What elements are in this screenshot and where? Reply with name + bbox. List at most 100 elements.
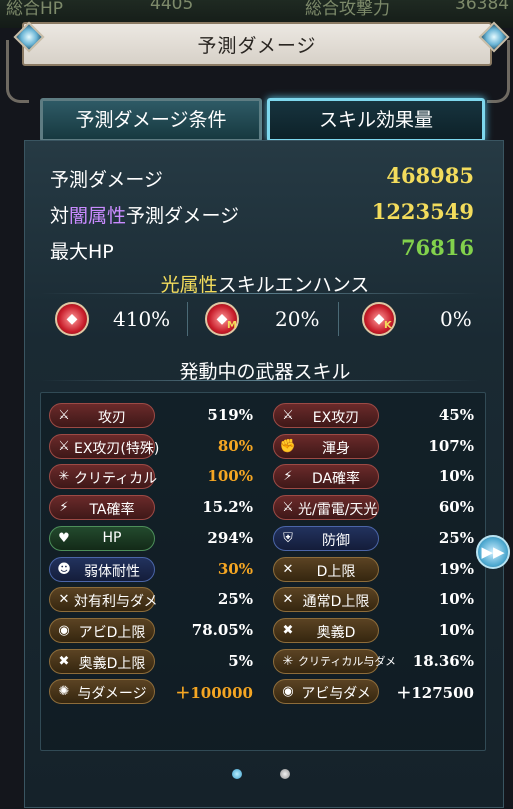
vs-element-damage-row: 対闇属性予測ダメージ 1223549 bbox=[50, 199, 480, 229]
swords-icon: ✕ bbox=[282, 562, 294, 577]
ab-icon: ◉ bbox=[282, 684, 294, 699]
skill-label: TA確率 bbox=[89, 502, 135, 518]
ab-icon: ◉ bbox=[58, 623, 70, 638]
skill-pill: ✕ 通常D上限 bbox=[273, 587, 379, 612]
cross-icon: ✖ bbox=[282, 623, 294, 638]
predicted-damage-value: 468985 bbox=[386, 163, 474, 188]
skill-label: 光/雷電/天光 bbox=[298, 502, 378, 518]
skill-value: 25% bbox=[217, 590, 253, 608]
slash-icon: ⚡ bbox=[59, 500, 69, 515]
skill-pill: ✊ 渾身 bbox=[273, 434, 379, 459]
vs-suffix: 予測ダメージ bbox=[126, 205, 240, 227]
divider bbox=[338, 302, 339, 336]
skill-pill: ◉ アビ与ダメ bbox=[273, 679, 379, 704]
skill-label: 対有利与ダメ bbox=[74, 594, 158, 610]
skill-label: クリティカル bbox=[74, 471, 158, 487]
light-skill-icon: ◆ bbox=[55, 302, 89, 336]
skill-value: 78.05% bbox=[191, 621, 253, 639]
sword-icon: ⚔ bbox=[282, 408, 294, 423]
skill-pill: ✺ 与ダメージ bbox=[49, 679, 155, 704]
bg-total-hp-label: 総合HP bbox=[6, 0, 64, 19]
skill-label: DA確率 bbox=[311, 471, 361, 487]
predicted-damage-row: 予測ダメージ 468985 bbox=[50, 163, 480, 193]
sword-icon: ⚔ bbox=[58, 439, 70, 454]
pager-dot-active[interactable] bbox=[232, 769, 242, 779]
gear-icon: ✺ bbox=[58, 684, 70, 699]
pager-dot[interactable] bbox=[280, 769, 290, 779]
skill-pill: ✖ 奥義D上限 bbox=[49, 649, 155, 674]
vs-element-damage-value: 1223549 bbox=[371, 199, 474, 224]
skill-value: 80% bbox=[217, 437, 253, 455]
skill-pill: ⚔ 攻刃 bbox=[49, 403, 155, 428]
enhance-sub-k: K bbox=[384, 320, 392, 331]
bg-total-hp-value: 4405 bbox=[150, 0, 194, 14]
person-icon: ☻ bbox=[57, 562, 71, 577]
skill-label: 与ダメージ bbox=[77, 686, 147, 702]
skill-value: 10% bbox=[438, 621, 474, 639]
skill-label: 通常D上限 bbox=[302, 594, 370, 610]
enhance-title-rest: スキルエンハンス bbox=[217, 274, 370, 296]
enhance-value: 0% bbox=[440, 307, 472, 331]
skill-label: D上限 bbox=[316, 564, 356, 580]
skill-pill: ⚡ DA確率 bbox=[273, 464, 379, 489]
skill-label: 防御 bbox=[322, 533, 350, 549]
max-hp-row: 最大HP 76816 bbox=[50, 235, 480, 265]
sword-icon: ⚔ bbox=[58, 408, 70, 423]
swords-icon: ✕ bbox=[282, 592, 294, 607]
skill-label: クリティカル与ダメ bbox=[298, 655, 397, 668]
skill-pill: ✕ 対有利与ダメ bbox=[49, 587, 158, 612]
skill-pill: ✖ 奥義D bbox=[273, 618, 379, 643]
enhance-item-k: ◆ K 0% bbox=[362, 300, 482, 340]
tab-skill-effects[interactable]: スキル効果量 bbox=[267, 98, 485, 142]
skill-label: 弱体耐性 bbox=[84, 564, 140, 580]
tab-label: スキル効果量 bbox=[318, 109, 433, 131]
skill-pill: ⚔ 光/雷電/天光 bbox=[273, 495, 379, 520]
skill-value: 60% bbox=[438, 498, 474, 516]
enhance-title-element: 光属性 bbox=[160, 274, 218, 296]
next-page-arrow-icon[interactable]: ▶▶ bbox=[476, 535, 510, 569]
skill-label: アビD上限 bbox=[78, 625, 146, 641]
bg-total-attack-label: 総合攻撃力 bbox=[305, 0, 390, 19]
skill-value: ＋100000 bbox=[175, 684, 253, 702]
tab-label: 予測ダメージ条件 bbox=[75, 109, 227, 131]
skill-value: 15.2% bbox=[202, 498, 253, 516]
skill-label: 攻刃 bbox=[98, 410, 126, 426]
shield-icon: ⛨ bbox=[283, 531, 293, 546]
skill-value: 30% bbox=[217, 560, 253, 578]
skill-value: ＋127500 bbox=[396, 684, 474, 702]
swords-icon: ✕ bbox=[58, 592, 70, 607]
enhance-sub-m: M bbox=[227, 320, 237, 331]
skill-label: EX攻刃 bbox=[312, 410, 360, 426]
skill-label: HP bbox=[102, 530, 122, 546]
sword-icon: ⚔ bbox=[282, 500, 294, 515]
skill-pill: ⛨ 防御 bbox=[273, 526, 379, 551]
max-hp-value: 76816 bbox=[400, 235, 474, 260]
skill-value: 18.36% bbox=[412, 652, 474, 670]
skill-pill: ⚡ TA確率 bbox=[49, 495, 155, 520]
enhance-item-m: ◆ M 20% bbox=[205, 300, 335, 340]
skill-pill: ☻ 弱体耐性 bbox=[49, 557, 155, 582]
max-hp-label: 最大HP bbox=[50, 241, 114, 263]
skill-pill: ✕ D上限 bbox=[273, 557, 379, 582]
skill-value: 10% bbox=[438, 467, 474, 485]
divider bbox=[187, 302, 188, 336]
cross-icon: ✖ bbox=[58, 654, 70, 669]
bg-total-attack-value: 36384 bbox=[455, 0, 510, 14]
skill-value: 5% bbox=[228, 652, 253, 670]
skill-value: 10% bbox=[438, 590, 474, 608]
heart-icon: ♥ bbox=[58, 531, 70, 546]
tab-damage-conditions[interactable]: 予測ダメージ条件 bbox=[40, 98, 262, 142]
skill-value: 19% bbox=[438, 560, 474, 578]
skill-label: 奥義D上限 bbox=[78, 656, 146, 672]
skill-label: EX攻刃(特殊) bbox=[74, 441, 160, 457]
skill-pill: ✳ クリティカル bbox=[49, 464, 158, 489]
enhance-title: 光属性スキルエンハンス bbox=[30, 270, 500, 297]
skill-value: 107% bbox=[428, 437, 474, 455]
enhance-value: 410% bbox=[113, 307, 171, 331]
slash-icon: ⚡ bbox=[283, 469, 293, 484]
skill-pill: ♥ HP bbox=[49, 526, 155, 551]
burst-icon: ✳ bbox=[282, 654, 294, 669]
arm-icon: ✊ bbox=[279, 439, 297, 454]
skill-value: 519% bbox=[207, 406, 253, 424]
skill-label: 奥義D bbox=[316, 625, 356, 641]
